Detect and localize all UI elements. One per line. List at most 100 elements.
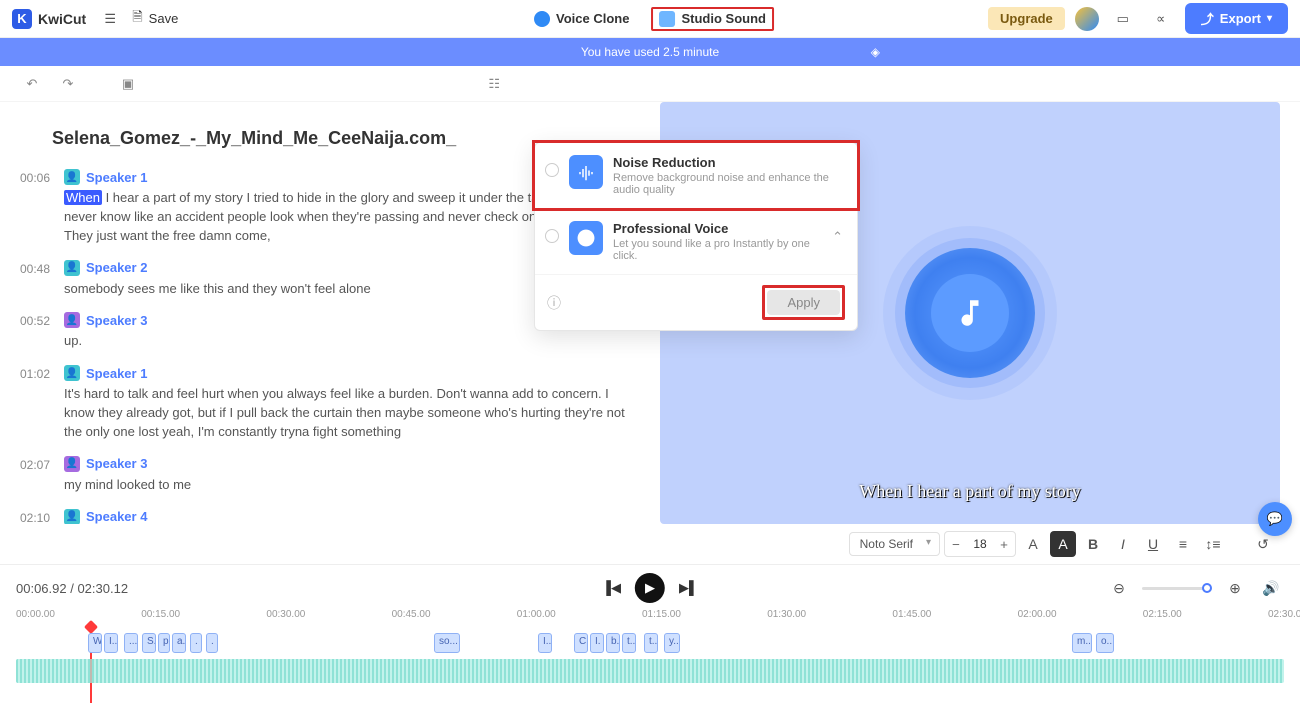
speaker-name[interactable]: Speaker 1 xyxy=(86,366,147,381)
chevron-up-icon[interactable]: ⌃ xyxy=(832,229,843,245)
timeline-clip[interactable]: so... xyxy=(434,633,460,653)
redo-button[interactable]: ↷ xyxy=(56,72,80,96)
font-size-stepper[interactable]: − 18 + xyxy=(944,531,1016,557)
timeline-ruler[interactable]: 00:00.0000:15.0000:30.0000:45.0001:00.00… xyxy=(16,609,1284,625)
save-icon: 🗎 xyxy=(132,8,142,30)
feedback-icon[interactable]: ▭ xyxy=(1109,5,1137,33)
timeline-clip[interactable]: t... xyxy=(622,633,636,653)
radio-icon[interactable] xyxy=(545,229,559,243)
ruler-tick: 02:30.00 xyxy=(1268,609,1300,620)
timeline-clip[interactable]: m... xyxy=(1072,633,1092,653)
voice-clone-label: Voice Clone xyxy=(556,11,629,26)
speaker-name[interactable]: Speaker 1 xyxy=(86,170,147,185)
export-icon: ⤴ xyxy=(1201,9,1214,28)
timeline-clip[interactable]: p xyxy=(158,633,170,653)
speaker-icon: 👤 xyxy=(64,509,80,524)
highlight-button[interactable]: A xyxy=(1050,531,1076,557)
timeline-clip[interactable]: I. xyxy=(590,633,604,653)
noise-reduction-desc: Remove background noise and enhance the … xyxy=(613,172,843,196)
decrease-size-button[interactable]: − xyxy=(945,532,967,556)
transcript-row[interactable]: 02:07👤Speaker 3my mind looked to me xyxy=(20,456,640,495)
ruler-tick: 00:45.00 xyxy=(392,609,431,620)
apply-button[interactable]: Apply xyxy=(767,290,840,315)
pro-voice-option[interactable]: Professional Voice Let you sound like a … xyxy=(535,209,857,275)
timeline-footer: 00:06.92 / 02:30.12 ▐◀ ▶ ▶▌ ⊖ ⊕ 🔊 00:00.… xyxy=(0,564,1300,692)
speaker-name[interactable]: Speaker 3 xyxy=(86,456,147,471)
radio-icon[interactable] xyxy=(545,163,559,177)
filter-icon[interactable]: ☷ xyxy=(488,76,500,92)
transcript-text[interactable]: It's hard to talk and feel hurt when you… xyxy=(64,385,640,442)
italic-button[interactable]: I xyxy=(1110,531,1136,557)
format-toolbar: Noto Serif − 18 + A A B I U ≡ ↕≡ ↺ xyxy=(0,524,1300,564)
timeline-clip[interactable]: C. xyxy=(574,633,588,653)
speaker-name[interactable]: Speaker 3 xyxy=(86,313,147,328)
studio-sound-button[interactable]: Studio Sound xyxy=(651,7,773,31)
app-name: KwiCut xyxy=(38,11,86,27)
timeline-clip[interactable]: W xyxy=(88,633,102,653)
timeline-clip[interactable]: a. xyxy=(172,633,186,653)
font-size-value: 18 xyxy=(967,537,993,551)
skip-forward-button[interactable]: ▶▌ xyxy=(679,580,698,596)
timeline-clip[interactable]: b. xyxy=(606,633,620,653)
highlighted-word[interactable]: When xyxy=(64,190,102,205)
save-button[interactable]: 🗎 Save xyxy=(124,8,186,30)
timestamp: 00:48 xyxy=(20,260,64,299)
speaker-name[interactable]: Speaker 4 xyxy=(86,509,147,524)
timestamp: 02:10 xyxy=(20,509,64,524)
zoom-out-button[interactable]: ⊖ xyxy=(1106,575,1132,601)
noise-reduction-option[interactable]: Noise Reduction Remove background noise … xyxy=(535,143,857,209)
info-icon[interactable]: ⓘ xyxy=(547,293,561,313)
upgrade-button[interactable]: Upgrade xyxy=(988,7,1065,30)
pro-voice-desc: Let you sound like a pro Instantly by on… xyxy=(613,238,822,262)
timeline-clip[interactable]: t... xyxy=(644,633,658,653)
noise-reduction-icon xyxy=(569,155,603,189)
timeline-clip[interactable]: y... xyxy=(664,633,680,653)
ruler-tick: 00:15.00 xyxy=(141,609,180,620)
timeline-clip[interactable]: S. xyxy=(142,633,156,653)
share-icon[interactable]: ∝ xyxy=(1147,5,1175,33)
speaker-name[interactable]: Speaker 2 xyxy=(86,260,147,275)
align-button[interactable]: ≡ xyxy=(1170,531,1196,557)
edit-toolbar: ↶ ↷ ▣ ☷ xyxy=(0,66,1300,102)
increase-size-button[interactable]: + xyxy=(993,532,1015,556)
play-button[interactable]: ▶ xyxy=(635,573,665,603)
current-time: 00:06.92 xyxy=(16,581,67,596)
font-select[interactable]: Noto Serif xyxy=(849,532,940,556)
zoom-slider[interactable] xyxy=(1142,587,1212,590)
chat-icon[interactable]: 💬 xyxy=(1258,502,1292,536)
timestamp: 01:02 xyxy=(20,365,64,442)
pro-voice-title: Professional Voice xyxy=(613,221,822,236)
voice-clone-button[interactable]: Voice Clone xyxy=(526,7,637,31)
timestamp: 02:07 xyxy=(20,456,64,495)
speaker-icon: 👤 xyxy=(64,260,80,276)
ruler-tick: 01:45.00 xyxy=(892,609,931,620)
undo-button[interactable]: ↶ xyxy=(20,72,44,96)
timeline-clip[interactable]: ... xyxy=(124,633,138,653)
timeline-clip[interactable]: . xyxy=(206,633,218,653)
bold-button[interactable]: B xyxy=(1080,531,1106,557)
zoom-in-button[interactable]: ⊕ xyxy=(1222,575,1248,601)
timeline-clip[interactable]: I... xyxy=(538,633,552,653)
clip-track[interactable]: WI......S.pa...so...I...C.I.b.t...t...y.… xyxy=(16,631,1284,657)
line-spacing-button[interactable]: ↕≡ xyxy=(1200,531,1226,557)
transcript-text[interactable]: up. xyxy=(64,332,640,351)
waveform[interactable] xyxy=(16,659,1284,683)
speaker-icon: 👤 xyxy=(64,365,80,381)
text-color-button[interactable]: A xyxy=(1020,531,1046,557)
timeline-clip[interactable]: o... xyxy=(1096,633,1114,653)
avatar[interactable] xyxy=(1075,7,1099,31)
preview-caption: When I hear a part of my story xyxy=(660,481,1280,502)
transcript-row[interactable]: 02:10👤Speaker 4oh, it's something remind… xyxy=(20,509,640,524)
timeline-clip[interactable]: I... xyxy=(104,633,118,653)
usage-banner: You have used 2.5 minute ◈ xyxy=(0,38,1300,66)
skip-back-button[interactable]: ▐◀ xyxy=(602,580,621,596)
transcript-text[interactable]: my mind looked to me xyxy=(64,476,640,495)
menu-icon[interactable]: ☰ xyxy=(96,5,124,33)
timeline-clip[interactable]: . xyxy=(190,633,202,653)
export-button[interactable]: ⤴ Export ▾ xyxy=(1185,3,1288,34)
crop-button[interactable]: ▣ xyxy=(116,72,140,96)
transcript-row[interactable]: 01:02👤 Speaker 1 It's hard to talk and fee… xyxy=(20,365,640,442)
volume-button[interactable]: 🔊 xyxy=(1258,575,1284,601)
pro-voice-icon xyxy=(569,221,603,255)
underline-button[interactable]: U xyxy=(1140,531,1166,557)
